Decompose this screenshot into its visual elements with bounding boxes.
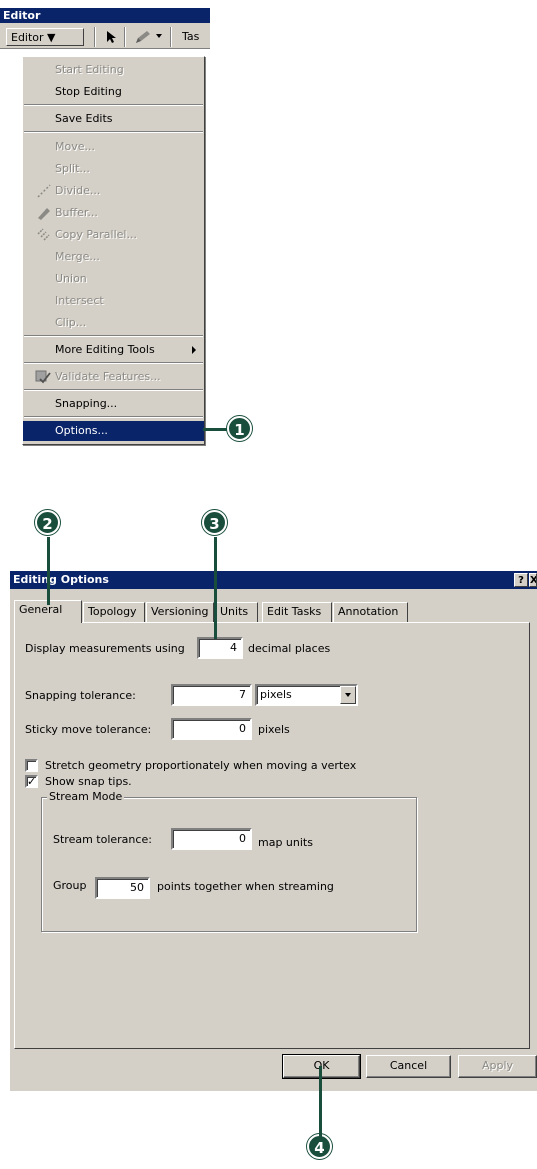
menu-item-intersect: Intersect bbox=[55, 294, 104, 307]
toolbar-separator bbox=[94, 27, 96, 47]
chevron-down-icon[interactable] bbox=[156, 34, 162, 38]
tab-strip: General Topology Versioning Units Edit T… bbox=[14, 600, 534, 623]
tab-annotation[interactable]: Annotation bbox=[333, 602, 408, 622]
menu-item-options[interactable]: Options... bbox=[23, 421, 204, 441]
editor-menu-button[interactable]: Editor ▼ bbox=[6, 28, 84, 46]
menu-item-label: Validate Features... bbox=[55, 370, 161, 383]
editor-dropdown-menu: Start Editing Stop Editing Save Edits Mo… bbox=[22, 56, 205, 445]
chevron-down-icon[interactable] bbox=[340, 686, 356, 704]
submenu-arrow-icon bbox=[192, 346, 196, 354]
editor-toolbar-title: Editor bbox=[0, 8, 210, 23]
stream-tolerance-label: Stream tolerance: bbox=[53, 833, 152, 846]
task-label: Tas bbox=[182, 30, 200, 43]
menu-item-clip: Clip... bbox=[55, 316, 87, 329]
show-snap-tips-checkbox[interactable]: ✓ bbox=[25, 775, 38, 788]
stream-mode-label: Stream Mode bbox=[47, 790, 125, 804]
menu-item-merge: Merge... bbox=[55, 250, 100, 263]
toolbar-separator bbox=[124, 27, 126, 47]
close-button[interactable]: X bbox=[529, 573, 537, 587]
divide-icon bbox=[37, 184, 51, 198]
menu-item-start-editing: Start Editing bbox=[55, 63, 124, 76]
group-label: Group bbox=[53, 879, 87, 892]
menu-item-label: Copy Parallel... bbox=[55, 228, 137, 241]
menu-separator bbox=[24, 335, 203, 337]
menu-item-label: Divide... bbox=[55, 184, 101, 197]
copy-parallel-icon bbox=[37, 228, 51, 242]
validate-icon bbox=[35, 370, 51, 384]
menu-item-buffer: Buffer... bbox=[23, 203, 204, 223]
stretch-geometry-checkbox[interactable] bbox=[25, 759, 38, 772]
sketch-tool-pencil-icon[interactable] bbox=[134, 29, 152, 45]
stretch-geometry-label: Stretch geometry proportionately when mo… bbox=[45, 759, 357, 772]
group-points-field[interactable]: 50 bbox=[95, 877, 150, 899]
tab-topology[interactable]: Topology bbox=[83, 602, 145, 622]
group-suffix: points together when streaming bbox=[157, 880, 334, 893]
menu-item-split: Split... bbox=[55, 162, 90, 175]
snapping-units-select[interactable]: pixels bbox=[255, 684, 358, 706]
callout-3: 3 bbox=[202, 510, 227, 535]
toolbar-separator bbox=[170, 27, 172, 47]
decimal-places-suffix: decimal places bbox=[248, 642, 331, 655]
callout-1: 1 bbox=[227, 416, 252, 441]
sticky-move-units: pixels bbox=[258, 723, 290, 736]
help-button[interactable]: ? bbox=[514, 573, 528, 587]
menu-item-move: Move... bbox=[55, 140, 95, 153]
snapping-units-value: pixels bbox=[260, 688, 292, 701]
sticky-move-field[interactable]: 0 bbox=[171, 718, 252, 740]
menu-separator bbox=[24, 104, 203, 106]
display-measurements-label: Display measurements using bbox=[25, 642, 185, 655]
snapping-tolerance-label: Snapping tolerance: bbox=[25, 689, 136, 702]
callout-4: 4 bbox=[307, 1134, 332, 1159]
menu-item-stop-editing[interactable]: Stop Editing bbox=[23, 82, 204, 102]
menu-separator bbox=[24, 362, 203, 364]
sticky-move-label: Sticky move tolerance: bbox=[25, 723, 152, 736]
callout-leader-line bbox=[214, 537, 217, 639]
dialog-title-bar: Editing Options bbox=[10, 571, 537, 589]
menu-item-validate-features: Validate Features... bbox=[23, 367, 204, 387]
menu-separator bbox=[24, 416, 203, 418]
menu-item-label: More Editing Tools bbox=[55, 343, 155, 356]
snapping-tolerance-field[interactable]: 7 bbox=[171, 684, 252, 706]
tab-edit-tasks[interactable]: Edit Tasks bbox=[262, 602, 332, 622]
menu-item-union: Union bbox=[55, 272, 87, 285]
menu-item-copy-parallel: Copy Parallel... bbox=[23, 225, 204, 245]
menu-item-label: Buffer... bbox=[55, 206, 98, 219]
tab-units[interactable]: Units bbox=[215, 602, 258, 622]
menu-separator bbox=[24, 389, 203, 391]
menu-item-divide: Divide... bbox=[23, 181, 204, 201]
apply-button[interactable]: Apply bbox=[458, 1055, 537, 1078]
callout-leader-line bbox=[47, 537, 50, 605]
menu-item-more-editing-tools[interactable]: More Editing Tools bbox=[23, 340, 204, 360]
tab-versioning[interactable]: Versioning bbox=[146, 602, 214, 622]
menu-item-save-edits[interactable]: Save Edits bbox=[23, 109, 204, 129]
menu-separator bbox=[24, 131, 203, 133]
decimal-places-field[interactable]: 4 bbox=[197, 637, 243, 659]
stream-mode-group bbox=[41, 797, 417, 932]
show-snap-tips-label: Show snap tips. bbox=[45, 775, 132, 788]
callout-2: 2 bbox=[35, 510, 60, 535]
menu-item-snapping[interactable]: Snapping... bbox=[23, 394, 204, 414]
stream-tolerance-units: map units bbox=[258, 836, 313, 849]
edit-tool-arrow-icon[interactable] bbox=[104, 30, 118, 44]
callout-leader-line bbox=[319, 1066, 322, 1137]
buffer-icon bbox=[37, 206, 51, 220]
cancel-button[interactable]: Cancel bbox=[366, 1055, 451, 1078]
stream-tolerance-field[interactable]: 0 bbox=[171, 828, 252, 850]
